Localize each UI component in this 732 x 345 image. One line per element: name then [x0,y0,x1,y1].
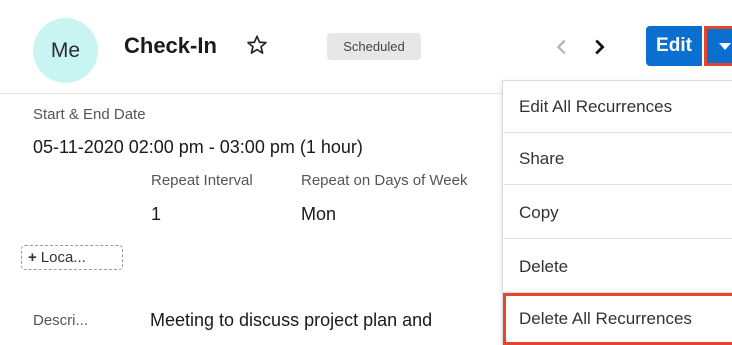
actions-menu: Edit All Recurrences Share Copy Delete D… [502,80,732,345]
actions-dropdown-button[interactable] [704,26,732,66]
description-label: Descri... [33,312,89,329]
add-location-button[interactable]: + Loca... [21,245,123,270]
plus-icon: + [28,249,37,266]
menu-item-share[interactable]: Share [503,133,732,185]
star-outline-icon[interactable] [246,34,268,56]
menu-item-delete[interactable]: Delete [503,241,732,293]
chevron-left-icon[interactable] [551,36,573,58]
repeat-days-value: Mon [301,204,337,224]
date-label: Start & End Date [33,106,146,123]
avatar: Me [33,18,98,83]
record-title: Check-In [124,33,217,58]
menu-item-copy[interactable]: Copy [503,187,732,239]
menu-item-delete-all-recurrences[interactable]: Delete All Recurrences [503,293,732,345]
menu-item-edit-all-recurrences[interactable]: Edit All Recurrences [503,81,732,133]
date-value: 05-11-2020 02:00 pm - 03:00 pm (1 hour) [33,137,363,157]
description-field: Meeting to discuss project plan and [150,310,500,338]
chevron-right-icon[interactable] [588,36,610,58]
caret-down-icon [719,43,731,50]
edit-button[interactable]: Edit [646,26,702,66]
location-label: Loca... [40,249,86,266]
repeat-days-label: Repeat on Days of Week [301,172,468,189]
repeat-interval-value: 1 [151,204,162,224]
repeat-interval-label: Repeat Interval [151,172,253,189]
status-badge: Scheduled [327,33,421,60]
description-value: Meeting to discuss project plan and [150,310,433,330]
